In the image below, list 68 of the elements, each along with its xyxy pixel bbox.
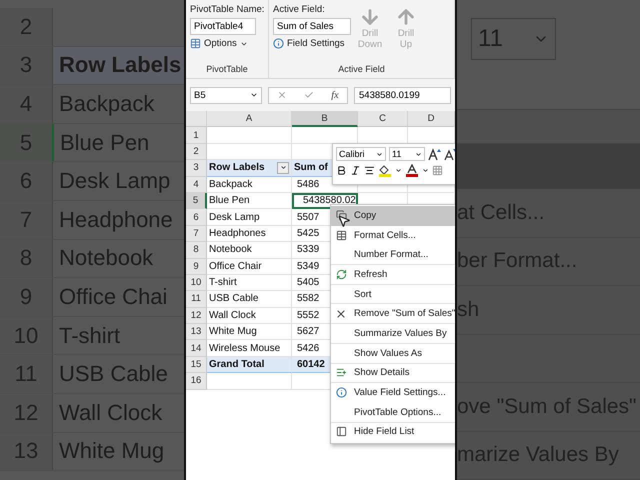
row-label: Office Chai bbox=[58, 282, 168, 311]
row-label: Row Labels bbox=[58, 51, 182, 80]
field-settings-button[interactable]: Field Settings bbox=[273, 37, 351, 50]
insert-function-button[interactable]: fx bbox=[331, 90, 339, 100]
row-header[interactable]: 9 bbox=[186, 258, 207, 275]
formula-field[interactable]: 5438580.0199 bbox=[354, 86, 451, 104]
row-header[interactable]: 7 bbox=[186, 226, 207, 242]
row-header[interactable]: 11 bbox=[186, 291, 207, 308]
row-header[interactable]: 12 bbox=[186, 308, 207, 324]
table-cell: Blue Pen bbox=[207, 192, 292, 210]
table-cell: White Mug bbox=[207, 324, 292, 340]
table-cell: Notebook bbox=[207, 242, 292, 259]
table-cell: Headphones bbox=[207, 226, 292, 242]
table-cell: Backpack bbox=[207, 176, 292, 193]
table-cell: Grand Total bbox=[207, 356, 292, 374]
table-cell: Wall Clock bbox=[207, 308, 292, 324]
menu-item[interactable]: Refresh bbox=[331, 265, 455, 285]
menu-item[interactable]: Copy bbox=[331, 206, 455, 226]
row-header[interactable]: 5 bbox=[186, 192, 207, 210]
row-label: Blue Pen bbox=[59, 128, 150, 157]
menu-item[interactable]: Format Cells... bbox=[331, 226, 455, 246]
menu-item[interactable]: Show Values As bbox=[331, 344, 455, 364]
pivottable-name-field[interactable]: PivotTable4 bbox=[190, 18, 256, 35]
table-cell: Wireless Mouse bbox=[207, 340, 292, 357]
row-header[interactable]: 1 bbox=[186, 127, 207, 144]
column-header[interactable]: D bbox=[408, 111, 455, 128]
menu-item[interactable]: Show Details bbox=[331, 364, 455, 384]
menu-item[interactable]: Number Format... bbox=[331, 245, 455, 266]
column-header[interactable]: B bbox=[292, 111, 358, 128]
row-header[interactable]: 14 bbox=[186, 340, 207, 357]
table-cell: Row Labels bbox=[207, 160, 292, 177]
row-label: T-shirt bbox=[58, 322, 120, 350]
group-label: PivotTable bbox=[205, 64, 249, 76]
row-label: Notebook bbox=[58, 244, 154, 272]
row-label: Wall Clock bbox=[58, 398, 162, 427]
active-field-label: Active Field: bbox=[273, 4, 326, 15]
menu-item[interactable]: Remove "Sum of Sales" bbox=[331, 304, 455, 324]
row-header[interactable]: 4 bbox=[186, 176, 207, 193]
row-header[interactable]: 6 bbox=[186, 209, 207, 226]
column-header[interactable]: C bbox=[358, 111, 408, 128]
row-label: Headphone bbox=[58, 206, 173, 234]
row-header[interactable]: 8 bbox=[186, 242, 207, 259]
active-field-field[interactable]: Sum of Sales bbox=[273, 18, 351, 35]
table-cell: Desk Lamp bbox=[207, 209, 292, 226]
menu-item[interactable]: PivotTable Options... bbox=[331, 402, 455, 423]
row-header[interactable]: 3 bbox=[186, 160, 207, 177]
table-cell: USB Cable bbox=[207, 291, 292, 308]
group-label: Active Field bbox=[337, 64, 386, 76]
table-cell: T-shirt bbox=[207, 274, 292, 292]
menu-item[interactable]: Sort bbox=[331, 284, 455, 304]
row-label: Desk Lamp bbox=[58, 167, 170, 196]
row-header[interactable]: 15 bbox=[186, 356, 207, 374]
row-header[interactable]: 2 bbox=[186, 144, 207, 160]
menu-item[interactable]: Summarize Values By bbox=[331, 324, 455, 344]
row-label: USB Cable bbox=[58, 360, 168, 388]
table-cell: Office Chair bbox=[207, 258, 292, 275]
row-label: Backpack bbox=[58, 90, 154, 118]
options-button[interactable]: Options bbox=[190, 37, 264, 50]
row-header[interactable]: 10 bbox=[186, 274, 207, 292]
font-size-dropdown[interactable]: 11 bbox=[389, 147, 425, 161]
font-dropdown[interactable]: Calibri bbox=[336, 147, 386, 161]
column-header[interactable]: A bbox=[207, 111, 292, 128]
row-label: White Mug bbox=[58, 437, 164, 466]
name-box[interactable]: B5 bbox=[190, 86, 262, 104]
pivottable-name-label: PivotTable Name: bbox=[190, 4, 264, 15]
row-header[interactable]: 16 bbox=[186, 373, 207, 390]
row-header[interactable]: 13 bbox=[186, 324, 207, 340]
menu-item[interactable]: Hide Field List bbox=[331, 422, 455, 442]
